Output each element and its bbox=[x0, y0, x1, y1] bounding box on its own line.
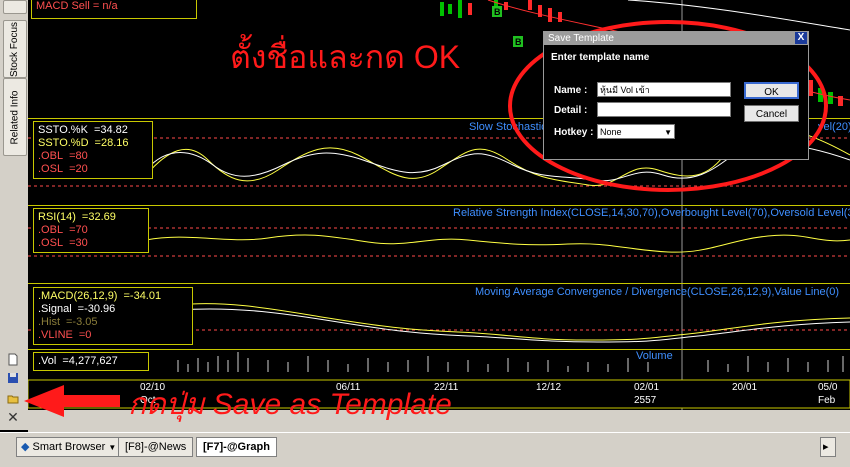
tab-graph[interactable]: [F7]-@Graph bbox=[196, 437, 277, 457]
hotkey-value: None bbox=[600, 127, 622, 137]
smart-browser-label: Smart Browser bbox=[32, 441, 106, 453]
smart-browser-button[interactable]: ◆ Smart Browser ▼ bbox=[16, 437, 124, 457]
name-input[interactable]: หุ้นมี Vol เข้า bbox=[597, 82, 731, 97]
detail-input[interactable] bbox=[597, 102, 731, 117]
dropdown-arrow-icon: ▼ bbox=[664, 128, 672, 137]
annotation-arrow bbox=[24, 385, 120, 417]
app-window: Stock Focus Related Info ✕ B B MACD Sell… bbox=[0, 0, 850, 467]
dialog-prompt: Enter template name bbox=[551, 52, 650, 63]
name-label: Name : bbox=[554, 85, 588, 96]
save-template-dialog: Save Template X Enter template name Name… bbox=[543, 31, 809, 160]
dialog-title: Save Template bbox=[548, 33, 614, 44]
dialog-close-button[interactable]: X bbox=[795, 32, 807, 44]
hotkey-select[interactable]: None ▼ bbox=[597, 124, 675, 139]
bottom-taskbar: ◆ Smart Browser ▼ [F8]-@News [F7]-@Graph… bbox=[0, 432, 850, 467]
ok-button[interactable]: OK bbox=[744, 82, 799, 99]
dropdown-arrow-icon: ▼ bbox=[108, 443, 117, 452]
cancel-button[interactable]: Cancel bbox=[744, 105, 799, 122]
smart-browser-icon: ◆ bbox=[21, 441, 30, 453]
hotkey-label: Hotkey : bbox=[554, 127, 594, 138]
dialog-titlebar[interactable]: Save Template X bbox=[544, 32, 808, 45]
nav-next-icon[interactable]: ▸ bbox=[820, 437, 836, 457]
tab-news[interactable]: [F8]-@News bbox=[118, 437, 194, 457]
detail-label: Detail : bbox=[554, 105, 588, 116]
